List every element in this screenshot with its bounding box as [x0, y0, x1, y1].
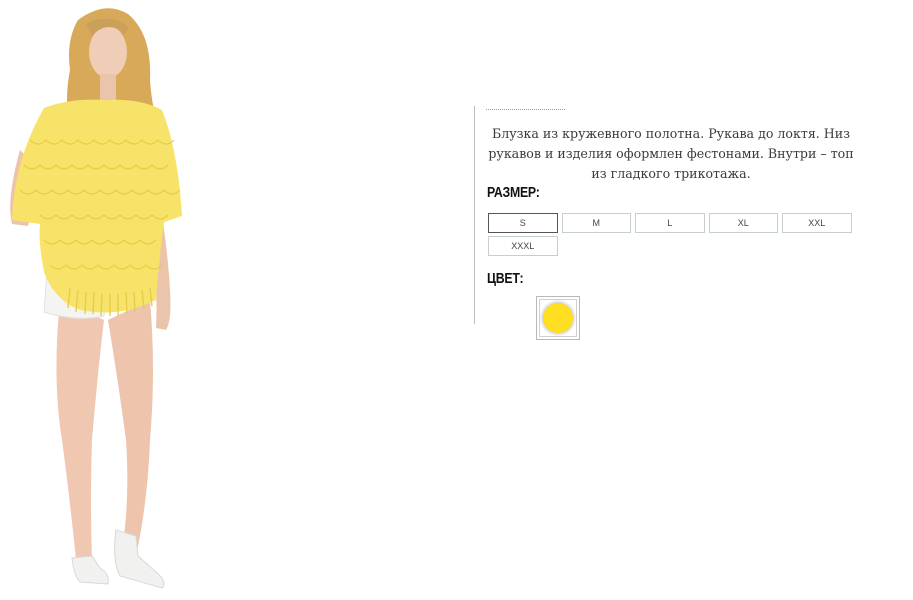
size-option-xl[interactable]: XL	[708, 213, 778, 233]
size-options: S M L XL XXL XXXL	[488, 213, 858, 256]
size-option-xxxl[interactable]: XXXL	[488, 236, 558, 256]
panel-divider	[474, 106, 475, 324]
product-description: Блузка из кружевного полотна. Рукава до …	[488, 126, 854, 181]
size-option-xxl[interactable]: XXL	[782, 213, 852, 233]
size-option-s[interactable]: S	[488, 213, 558, 233]
color-swatch-yellow[interactable]	[536, 296, 580, 340]
size-option-m[interactable]: M	[561, 213, 631, 233]
dotted-separator	[486, 109, 565, 110]
size-option-l[interactable]: L	[635, 213, 705, 233]
color-dot	[543, 303, 573, 333]
color-label: ЦВЕТ:	[487, 270, 524, 287]
size-label: РАЗМЕР:	[487, 184, 540, 201]
model-illustration	[10, 8, 182, 589]
product-photo[interactable]	[0, 0, 230, 600]
